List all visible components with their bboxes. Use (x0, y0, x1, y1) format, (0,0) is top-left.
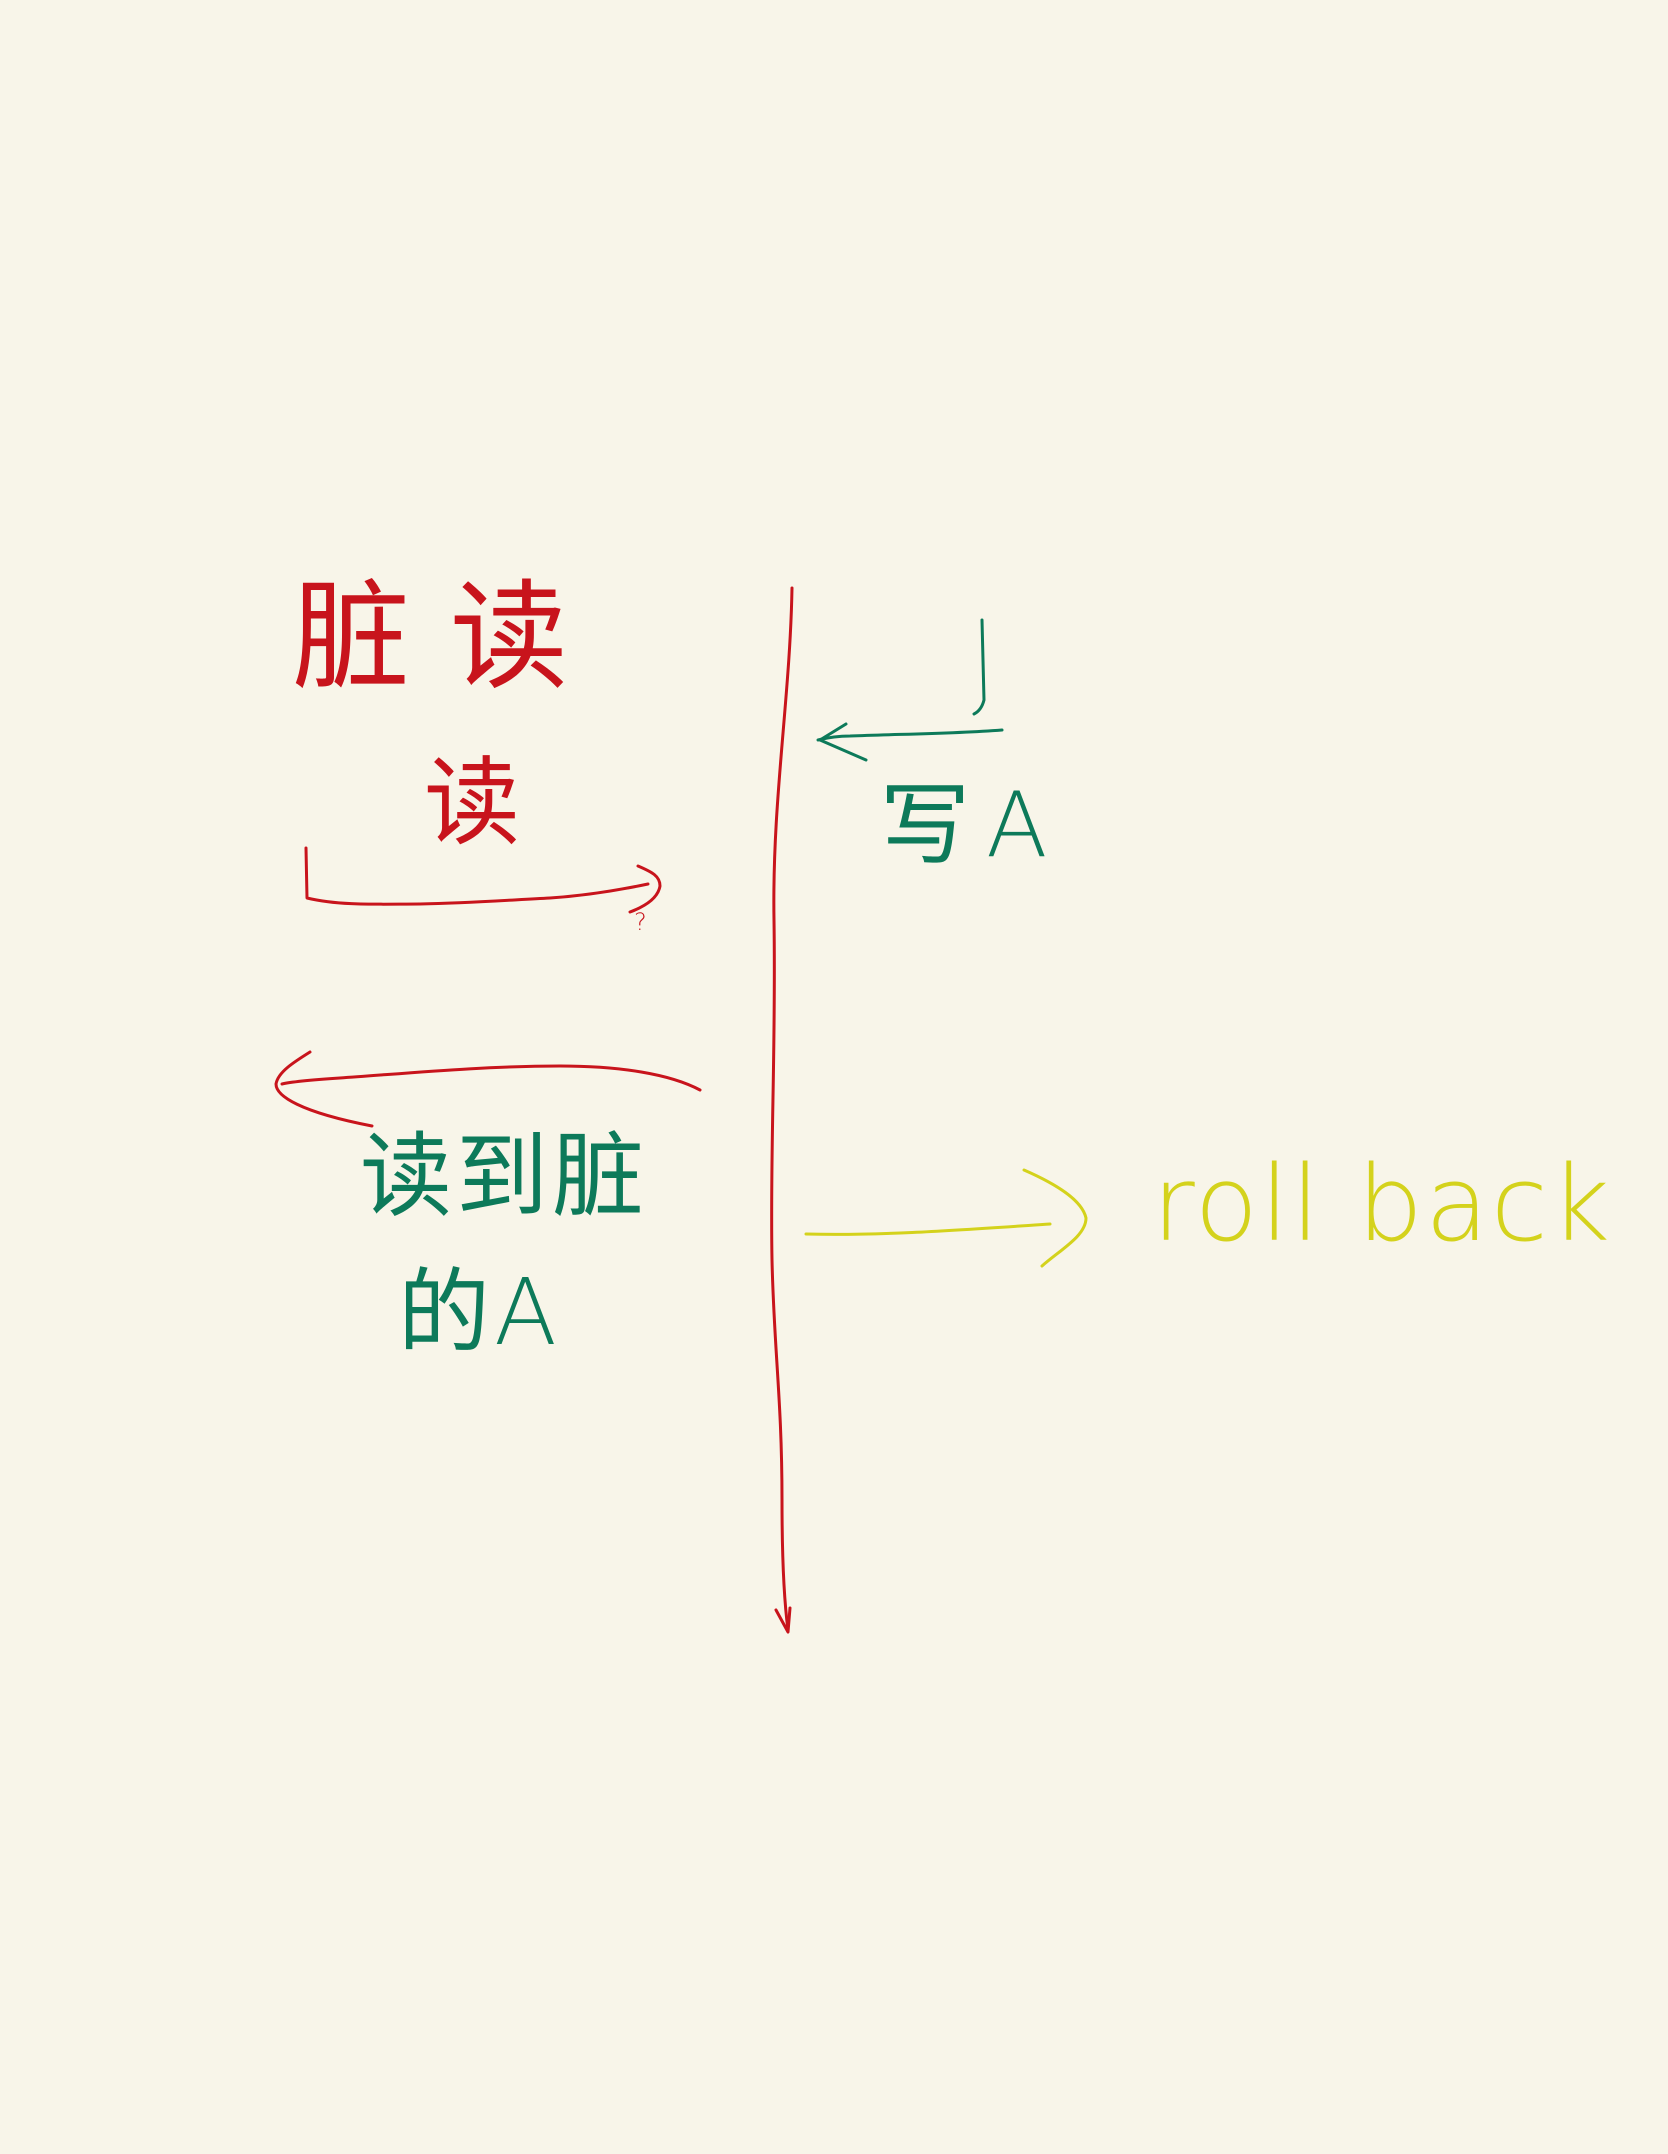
rollback-arrow (804, 1168, 1088, 1268)
timeline-arrowhead (774, 1606, 792, 1634)
read-arrowhead (628, 864, 662, 914)
read-dirty-label-line1: 读到脏 (360, 1123, 648, 1230)
return-arrow (274, 1050, 702, 1128)
write-a-label: 写A (880, 773, 1064, 878)
title-label: 脏读 (292, 568, 608, 706)
dirty-read-diagram: 脏读 读 ? 写A 读到脏 的A roll back (274, 568, 1612, 1634)
rollback-label: roll back (1152, 1143, 1612, 1265)
write-arrow (816, 618, 1004, 762)
write-arrowhead (818, 722, 868, 762)
read-dirty-label-line2: 的A (398, 1259, 561, 1366)
question-mark: ? (634, 908, 647, 936)
return-arrowhead (274, 1050, 374, 1128)
read-label: 读 (424, 747, 520, 859)
timeline-axis (770, 586, 794, 1634)
rollback-arrowhead (1022, 1168, 1088, 1268)
